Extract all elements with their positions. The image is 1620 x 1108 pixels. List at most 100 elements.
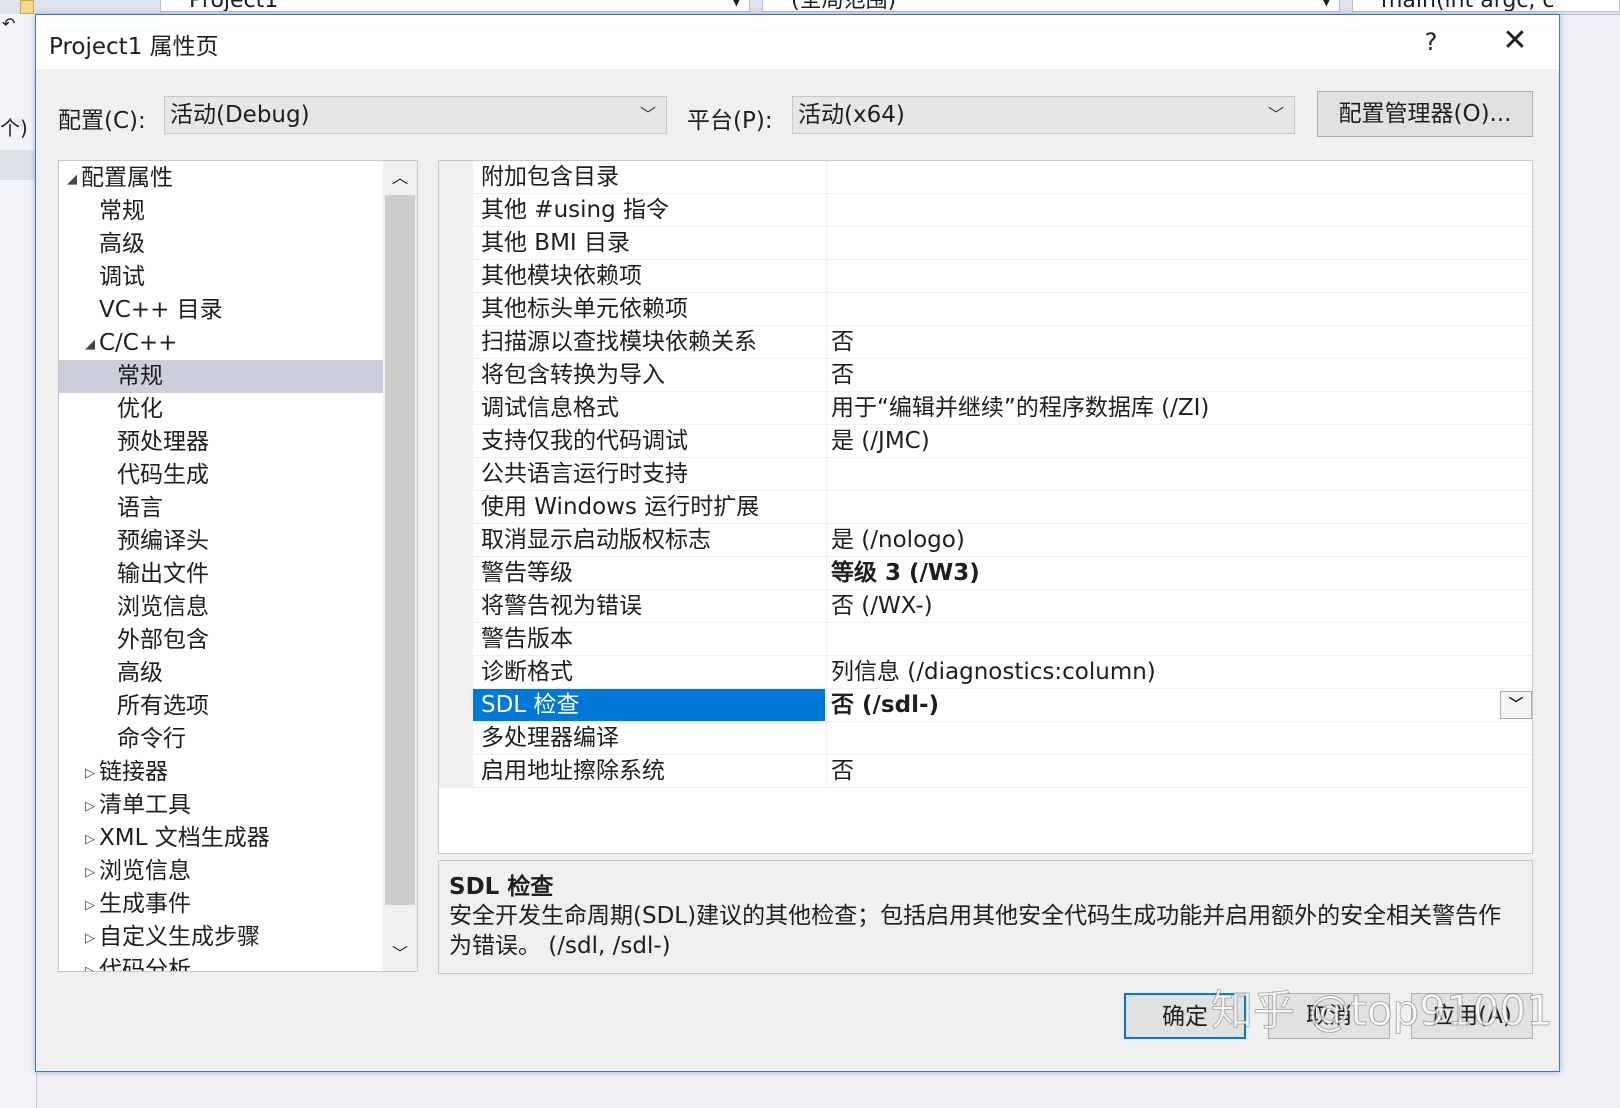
expanded-icon[interactable]: ◢ — [81, 328, 99, 361]
collapsed-icon[interactable]: ▷ — [81, 790, 99, 823]
property-row[interactable]: 公共语言运行时支持 — [473, 458, 1532, 491]
collapsed-icon[interactable]: ▷ — [81, 922, 99, 955]
tree-item[interactable]: ▷ 清单工具 — [59, 789, 383, 822]
tree-item[interactable]: 语言 — [59, 492, 383, 525]
help-button[interactable]: ? — [1408, 15, 1454, 69]
tree-item[interactable]: 高级 — [59, 228, 383, 261]
property-name: 附加包含目录 — [473, 161, 825, 194]
collapsed-icon[interactable]: ▷ — [81, 757, 99, 790]
property-value[interactable] — [826, 722, 1532, 755]
property-row[interactable]: 支持仅我的代码调试是 (/JMC) — [473, 425, 1532, 458]
tree-item-label: 命令行 — [117, 726, 186, 752]
property-row[interactable]: 诊断格式 列信息 (/diagnostics:column) — [473, 656, 1532, 689]
platform-dropdown[interactable]: 活动(x64) ﹀ — [792, 96, 1295, 134]
cancel-button[interactable]: 取消 — [1268, 993, 1390, 1039]
property-value[interactable]: 列信息 (/diagnostics:column) — [826, 656, 1532, 689]
property-row[interactable]: 附加包含目录 — [473, 161, 1532, 194]
property-row[interactable]: 其他模块依赖项 — [473, 260, 1532, 293]
property-value[interactable] — [826, 260, 1532, 293]
ide-toolbar-icon[interactable] — [20, 0, 34, 14]
ide-function-combo[interactable]: main(int argc, c — [1352, 0, 1620, 12]
tree-item[interactable]: ▷ 自定义生成步骤 — [59, 921, 383, 954]
collapsed-icon[interactable]: ▷ — [81, 955, 99, 971]
property-value[interactable] — [826, 458, 1532, 491]
tree-scrollbar[interactable]: ︿ ﹀ — [383, 161, 417, 971]
property-row[interactable]: 取消显示启动版权标志是 (/nologo) — [473, 524, 1532, 557]
property-row[interactable]: 其他 #using 指令 — [473, 194, 1532, 227]
property-row[interactable]: 调试信息格式 用于“编辑并继续”的程序数据库 (/ZI) — [473, 392, 1532, 425]
tree-item-label: XML 文档生成器 — [99, 825, 270, 851]
tree-item[interactable]: 浏览信息 — [59, 591, 383, 624]
property-value[interactable] — [826, 227, 1532, 260]
expanded-icon[interactable]: ◢ — [63, 163, 81, 196]
ide-scope-combo[interactable]: (全局范围) ▼ — [762, 0, 1340, 12]
tree-item[interactable]: 调试 — [59, 261, 383, 294]
property-value[interactable]: 用于“编辑并继续”的程序数据库 (/ZI) — [826, 392, 1532, 425]
property-row[interactable]: 警告版本 — [473, 623, 1532, 656]
tree-item[interactable]: ▷ 代码分析 — [59, 954, 383, 971]
property-value[interactable]: 否 — [826, 755, 1532, 788]
property-name: 其他标头单元依赖项 — [473, 293, 825, 326]
property-value-text: 用于“编辑并继续”的程序数据库 (/ZI) — [831, 395, 1210, 421]
tree-item[interactable]: VC++ 目录 — [59, 294, 383, 327]
tree-item[interactable]: 优化 — [59, 393, 383, 426]
scroll-thumb[interactable] — [385, 195, 415, 905]
property-value[interactable] — [826, 194, 1532, 227]
property-value[interactable]: 等级 3 (/W3) — [826, 557, 1532, 590]
tree-item[interactable]: ▷ 链接器 — [59, 756, 383, 789]
collapsed-icon[interactable]: ▷ — [81, 823, 99, 856]
tree-item[interactable]: 预处理器 — [59, 426, 383, 459]
tree-item[interactable]: 输出文件 — [59, 558, 383, 591]
tree-item[interactable]: 高级 — [59, 657, 383, 690]
ok-button[interactable]: 确定 — [1124, 993, 1246, 1039]
scroll-down-icon[interactable]: ﹀ — [383, 937, 417, 971]
property-row[interactable]: 警告等级 等级 3 (/W3) — [473, 557, 1532, 590]
property-value[interactable] — [826, 161, 1532, 194]
property-row[interactable]: 将包含转换为导入否 — [473, 359, 1532, 392]
collapsed-icon[interactable]: ▷ — [81, 889, 99, 922]
property-row[interactable]: 启用地址擦除系统否 — [473, 755, 1532, 788]
tree-item[interactable]: ▷ 生成事件 — [59, 888, 383, 921]
property-pages-dialog: Project1 属性页 ? ✕ 配置(C): 活动(Debug) ﹀ 平台(P… — [35, 14, 1560, 1072]
property-row[interactable]: 扫描源以查找模块依赖关系否 — [473, 326, 1532, 359]
property-row[interactable]: 多处理器编译 — [473, 722, 1532, 755]
collapsed-icon[interactable]: ▷ — [81, 856, 99, 889]
close-button[interactable]: ✕ — [1488, 15, 1542, 69]
tree-item[interactable]: 命令行 — [59, 723, 383, 756]
tree-item[interactable]: ◢ 配置属性 — [59, 162, 383, 195]
value-dropdown-button[interactable]: ﹀ — [1500, 691, 1532, 719]
property-value[interactable]: 否 (/sdl-) ﹀ — [826, 689, 1532, 722]
config-dropdown[interactable]: 活动(Debug) ﹀ — [164, 96, 667, 134]
undo-icon[interactable]: ↶ — [2, 14, 15, 33]
property-row[interactable]: 其他 BMI 目录 — [473, 227, 1532, 260]
property-value[interactable]: 否 — [826, 326, 1532, 359]
tree-item[interactable]: 预编译头 — [59, 525, 383, 558]
property-name: 将包含转换为导入 — [473, 359, 825, 392]
tree-item[interactable]: 常规 — [59, 195, 383, 228]
configuration-manager-button[interactable]: 配置管理器(O)... — [1317, 91, 1533, 137]
property-row[interactable]: 其他标头单元依赖项 — [473, 293, 1532, 326]
property-value[interactable]: 否 — [826, 359, 1532, 392]
property-row[interactable]: 使用 Windows 运行时扩展 — [473, 491, 1532, 524]
tree-item[interactable]: ▷ 浏览信息 — [59, 855, 383, 888]
tree-item[interactable]: ◢ C/C++ — [59, 327, 383, 360]
property-value-text: 否 (/sdl-) — [831, 692, 940, 718]
apply-button[interactable]: 应用(A) — [1411, 993, 1533, 1039]
property-value[interactable] — [826, 293, 1532, 326]
tree-item[interactable]: 外部包含 — [59, 624, 383, 657]
property-value[interactable] — [826, 623, 1532, 656]
tree-item[interactable]: ▷ XML 文档生成器 — [59, 822, 383, 855]
property-value[interactable]: 是 (/nologo) — [826, 524, 1532, 557]
description-panel: SDL 检查 安全开发生命周期(SDL)建议的其他检查；包括启用其他安全代码生成… — [438, 860, 1533, 974]
scroll-up-icon[interactable]: ︿ — [383, 161, 417, 195]
property-value[interactable]: 否 (/WX-) — [826, 590, 1532, 623]
property-name: 使用 Windows 运行时扩展 — [473, 491, 825, 524]
tree-item[interactable]: 常规 — [59, 360, 383, 393]
property-row[interactable]: SDL 检查否 (/sdl-) ﹀ — [473, 689, 1532, 722]
tree-item[interactable]: 代码生成 — [59, 459, 383, 492]
tree-item[interactable]: 所有选项 — [59, 690, 383, 723]
property-value[interactable] — [826, 491, 1532, 524]
property-row[interactable]: 将警告视为错误否 (/WX-) — [473, 590, 1532, 623]
property-value[interactable]: 是 (/JMC) — [826, 425, 1532, 458]
ide-project-combo[interactable]: Project1 ▼ — [160, 0, 750, 12]
